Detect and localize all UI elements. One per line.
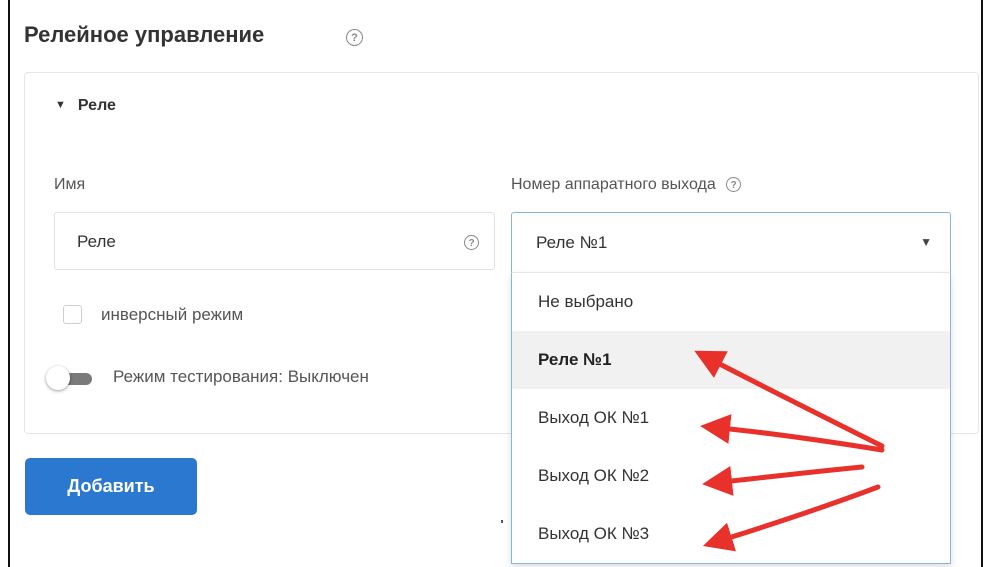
caret-down-icon: ▼ (55, 99, 66, 111)
add-button[interactable]: Добавить (25, 458, 197, 515)
output-select-value: Реле №1 (536, 233, 608, 252)
dropdown-option[interactable]: Выход ОК №1 (512, 389, 950, 447)
output-dropdown: Не выбрано Реле №1 Выход ОК №1 Выход ОК … (511, 272, 951, 564)
help-icon[interactable]: ? (464, 235, 479, 250)
help-icon[interactable]: ? (726, 177, 742, 193)
output-select[interactable]: Реле №1 ▼ (511, 212, 951, 272)
dropdown-option[interactable]: Выход ОК №3 (512, 505, 950, 563)
chevron-down-icon: ▼ (920, 235, 932, 249)
page-title: Релейное управление (24, 22, 265, 47)
inverse-mode-checkbox[interactable] (63, 305, 82, 324)
section-toggle[interactable]: ▼ Реле (55, 97, 116, 115)
output-label-text: Номер аппаратного выхода (511, 176, 716, 193)
dropdown-option-selected[interactable]: Реле №1 (512, 331, 950, 389)
toggle-knob (46, 366, 70, 390)
name-label: Имя (54, 176, 86, 193)
test-mode-toggle[interactable] (46, 366, 94, 390)
test-mode-label: Режим тестирования: Выключен (113, 367, 369, 386)
stray-dot (501, 520, 503, 523)
inverse-mode-label: инверсный режим (101, 305, 244, 324)
name-input[interactable]: Реле ? (54, 212, 495, 270)
dropdown-option[interactable]: Не выбрано (512, 273, 950, 331)
name-input-value: Реле (77, 232, 116, 251)
output-label: Номер аппаратного выхода ? (511, 176, 742, 194)
dropdown-option[interactable]: Выход ОК №2 (512, 447, 950, 505)
help-icon[interactable]: ? (346, 29, 363, 46)
section-title: Реле (77, 97, 116, 114)
